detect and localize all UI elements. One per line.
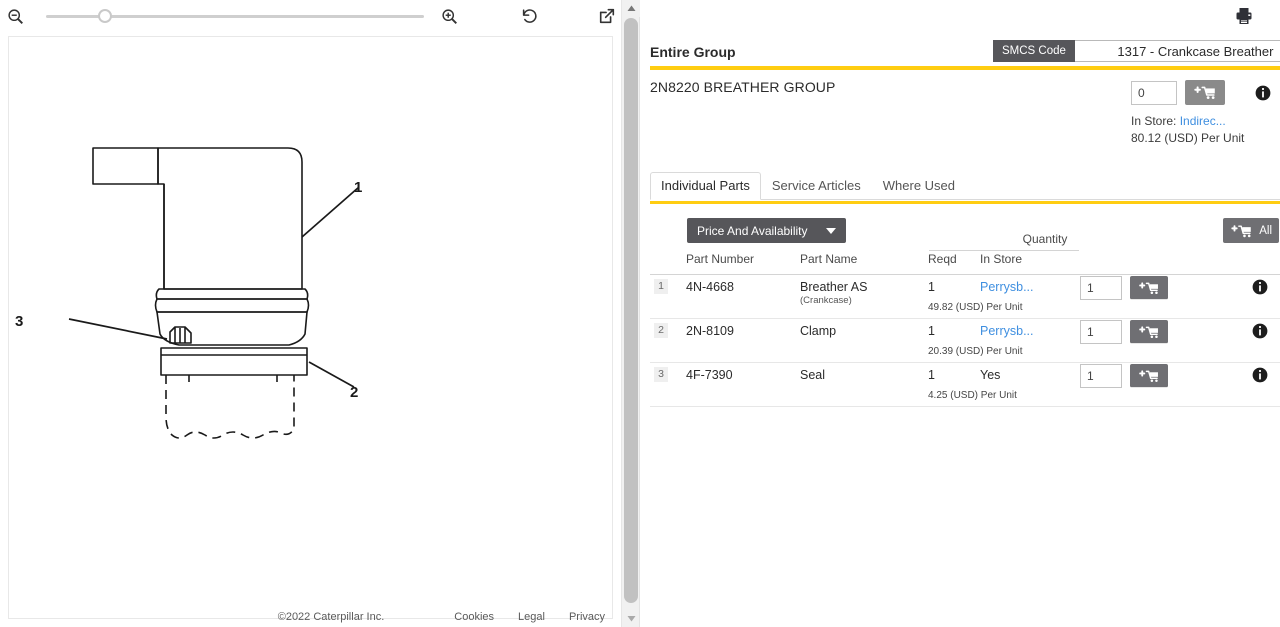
- zoom-slider-thumb[interactable]: [98, 9, 112, 23]
- add-all-to-cart-button[interactable]: All: [1223, 218, 1279, 243]
- row-in-store: Perrysb...: [980, 280, 1034, 294]
- parts-catalog-page: 1 2 3 ©2022 Caterpillar Inc. Cookies Leg…: [0, 0, 1280, 627]
- footer-link-privacy[interactable]: Privacy: [569, 611, 605, 623]
- row-info-icon[interactable]: [1252, 367, 1268, 383]
- row-reqd: 1: [928, 324, 935, 338]
- row-quantity-input[interactable]: [1080, 276, 1122, 300]
- scrollbar-thumb[interactable]: [624, 18, 638, 603]
- table-row: 2 2N-8109 Clamp 1 Perrysb... 20.39 (USD)…: [650, 319, 1280, 363]
- part-details-panel: Entire Group SMCS Code 1317 - Crankcase …: [641, 0, 1280, 627]
- row-part-name: Clamp: [800, 324, 836, 338]
- callout-3: 3: [15, 313, 23, 330]
- row-add-to-cart-button[interactable]: [1130, 320, 1168, 344]
- row-price: 20.39 (USD) Per Unit: [928, 346, 1022, 357]
- scroll-down-arrow-icon[interactable]: [622, 610, 640, 627]
- tab-individual-parts[interactable]: Individual Parts: [650, 172, 761, 200]
- image-viewer-panel: 1 2 3 ©2022 Caterpillar Inc. Cookies Leg…: [0, 0, 640, 627]
- row-price: 4.25 (USD) Per Unit: [928, 390, 1017, 401]
- viewer-toolbar: [0, 0, 621, 32]
- viewer-scrollbar[interactable]: [621, 0, 639, 627]
- group-header: Entire Group SMCS Code 1317 - Crankcase …: [650, 40, 1280, 64]
- printer-icon[interactable]: [1232, 4, 1256, 28]
- row-add-to-cart-button[interactable]: [1130, 364, 1168, 388]
- footer-link-legal[interactable]: Legal: [518, 611, 545, 623]
- row-index: 1: [654, 279, 668, 294]
- in-store-link[interactable]: Indirec...: [1180, 114, 1226, 128]
- price-and-availability-label: Price And Availability: [697, 224, 808, 238]
- breather-group-technical-drawing: 1 2 3: [9, 37, 613, 619]
- row-part-number: 4F-7390: [686, 368, 733, 382]
- group-name: 2N8220 BREATHER GROUP: [650, 79, 835, 95]
- row-price: 49.82 (USD) Per Unit: [928, 302, 1022, 313]
- row-in-store: Perrysb...: [980, 324, 1034, 338]
- callout-2: 2: [350, 384, 358, 401]
- zoom-slider[interactable]: [46, 2, 424, 30]
- row-in-store-link[interactable]: Perrysb...: [980, 280, 1034, 294]
- price-and-availability-dropdown[interactable]: Price And Availability: [687, 218, 846, 243]
- quantity-group-header: Quantity: [980, 232, 1110, 246]
- zoom-out-icon[interactable]: [2, 2, 30, 30]
- viewer-footer: ©2022 Caterpillar Inc. Cookies Legal Pri…: [0, 607, 621, 627]
- table-body: 1 4N-4668 Breather AS(Crankcase) 1 Perry…: [650, 275, 1280, 407]
- header-accent-bar: [650, 66, 1280, 70]
- tab-accent-bar: [650, 201, 1280, 204]
- chevron-down-icon: [826, 228, 836, 234]
- tab-service-articles[interactable]: Service Articles: [761, 172, 872, 200]
- zoom-in-icon[interactable]: [436, 2, 464, 30]
- row-part-name-sub: (Crankcase): [800, 295, 867, 306]
- row-cart-controls: [1080, 276, 1168, 300]
- group-info-icon[interactable]: [1255, 85, 1271, 101]
- row-part-name: Seal: [800, 368, 825, 382]
- rotate-reset-icon[interactable]: [515, 2, 543, 30]
- in-store-label: In Store:: [1131, 114, 1176, 128]
- row-cart-controls: [1080, 320, 1168, 344]
- tab-bar: Individual Parts Service Articles Where …: [650, 172, 1280, 200]
- quantity-group-rule: [929, 250, 1079, 251]
- table-row: 3 4F-7390 Seal 1 Yes 4.25 (USD) Per Unit: [650, 363, 1280, 407]
- smcs-code-value[interactable]: 1317 - Crankcase Breather: [1075, 40, 1280, 62]
- row-quantity-input[interactable]: [1080, 364, 1122, 388]
- row-quantity-input[interactable]: [1080, 320, 1122, 344]
- row-index: 2: [654, 323, 668, 338]
- row-index: 3: [654, 367, 668, 382]
- row-reqd: 1: [928, 280, 935, 294]
- row-part-number: 4N-4668: [686, 280, 734, 294]
- table-column-headers: Part Number Part Name Reqd In Store: [650, 252, 1280, 271]
- table-row: 1 4N-4668 Breather AS(Crankcase) 1 Perry…: [650, 275, 1280, 319]
- group-quantity-input[interactable]: [1131, 81, 1177, 105]
- group-stock-status: In Store: Indirec...: [1131, 114, 1226, 128]
- row-part-number: 2N-8109: [686, 324, 734, 338]
- add-all-label: All: [1259, 225, 1272, 237]
- row-cart-controls: [1080, 364, 1168, 388]
- row-in-store-link[interactable]: Perrysb...: [980, 324, 1034, 338]
- column-header-reqd: Reqd: [928, 252, 957, 266]
- column-header-part-name: Part Name: [800, 252, 857, 266]
- group-cart-controls: [1131, 80, 1271, 105]
- group-add-to-cart-button[interactable]: [1185, 80, 1225, 105]
- callout-1: 1: [354, 179, 362, 196]
- row-info-icon[interactable]: [1252, 279, 1268, 295]
- page-title: Entire Group: [650, 44, 736, 60]
- row-info-icon[interactable]: [1252, 323, 1268, 339]
- row-add-to-cart-button[interactable]: [1130, 276, 1168, 300]
- footer-link-cookies[interactable]: Cookies: [454, 611, 494, 623]
- row-part-name: Breather AS(Crankcase): [800, 280, 867, 306]
- column-header-part-number: Part Number: [686, 252, 754, 266]
- group-price: 80.12 (USD) Per Unit: [1131, 131, 1244, 145]
- column-header-in-store: In Store: [980, 252, 1022, 266]
- scroll-up-arrow-icon[interactable]: [622, 0, 640, 17]
- row-reqd: 1: [928, 368, 935, 382]
- open-in-new-icon[interactable]: [593, 2, 621, 30]
- smcs-code-field[interactable]: SMCS Code 1317 - Crankcase Breather: [993, 40, 1280, 62]
- row-in-store: Yes: [980, 368, 1000, 382]
- smcs-code-label: SMCS Code: [993, 40, 1075, 62]
- drawing-frame: 1 2 3: [8, 36, 613, 619]
- tab-where-used[interactable]: Where Used: [872, 172, 966, 200]
- copyright-text: ©2022 Caterpillar Inc.: [278, 611, 385, 623]
